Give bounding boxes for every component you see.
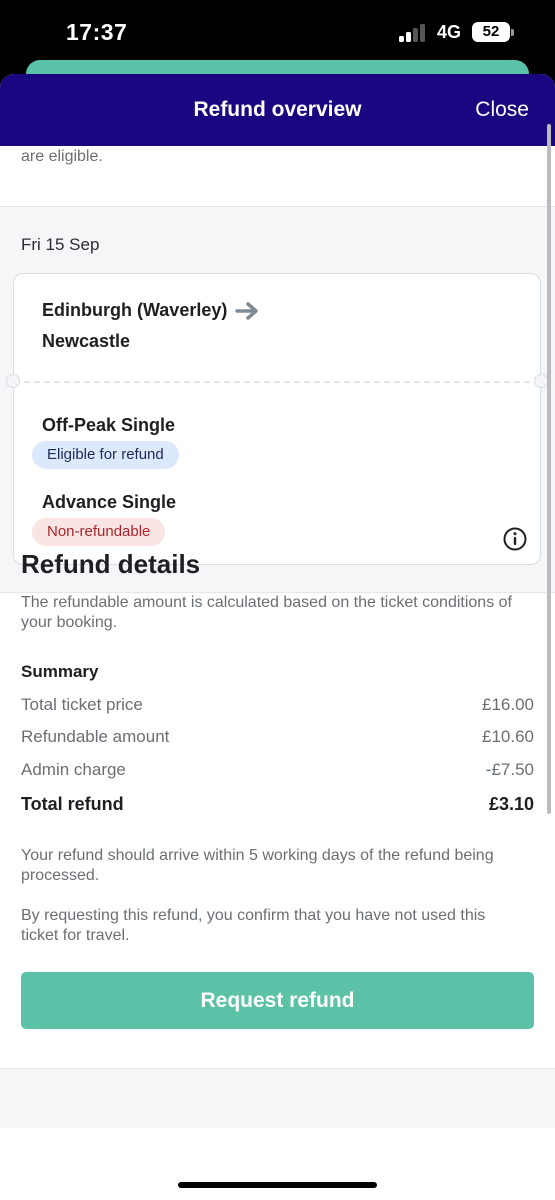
eligible-badge: Eligible for refund: [32, 441, 179, 469]
total-value: £3.10: [488, 794, 534, 814]
modal-header: Refund overview Close: [0, 74, 555, 146]
origin-label: Edinburgh (Waverley): [42, 300, 228, 320]
info-icon[interactable]: [503, 527, 527, 551]
ticket-name: Advance Single: [42, 492, 177, 512]
close-button[interactable]: Close: [475, 98, 529, 122]
summary-label: Admin charge: [21, 760, 126, 779]
battery-icon: 52: [472, 22, 514, 42]
summary-row: Admin charge -£7.50: [21, 760, 534, 780]
refund-timing-note: Your refund should arrive within 5 worki…: [21, 847, 494, 884]
journey-card: Edinburgh (Waverley) Newcastle Off-Peak …: [6, 273, 548, 565]
summary-value: -£7.50: [485, 760, 534, 779]
summary-label: Refundable amount: [21, 727, 170, 746]
scrollbar[interactable]: [547, 124, 551, 814]
request-refund-button[interactable]: Request refund: [21, 972, 534, 1029]
intro-text: are eligible.: [21, 148, 103, 165]
summary-heading: Summary: [21, 662, 99, 681]
summary-row: Refundable amount £10.60: [21, 727, 534, 747]
refund-details-title: Refund details: [21, 549, 201, 579]
summary-row: Total ticket price £16.00: [21, 695, 534, 715]
non-refundable-badge: Non-refundable: [32, 518, 166, 546]
journey-date: Fri 15 Sep: [21, 235, 100, 254]
journey-section: Fri 15 Sep Edinburgh (Waverley) Newcastl…: [0, 206, 555, 593]
status-time: 17:37: [66, 19, 128, 45]
total-refund-row: Total refund £3.10: [21, 794, 534, 815]
ticket-name: Off-Peak Single: [42, 415, 176, 435]
home-indicator[interactable]: [178, 1182, 377, 1188]
total-label: Total refund: [21, 794, 124, 814]
refund-details-description: The refundable amount is calculated base…: [21, 594, 512, 631]
refund-confirmation-note: By requesting this refund, you confirm t…: [21, 907, 486, 944]
bottom-band: [0, 1068, 555, 1128]
route-destination: Newcastle: [42, 331, 131, 351]
card-divider: [14, 381, 540, 383]
page-title: Refund overview: [193, 98, 362, 121]
route-origin: Edinburgh (Waverley): [42, 300, 261, 321]
arrow-right-icon: [235, 301, 259, 320]
signal-icon: [399, 24, 429, 42]
network-label: 4G: [437, 22, 462, 42]
card-notch-left: [6, 374, 20, 388]
summary-value: £10.60: [482, 727, 534, 746]
summary-label: Total ticket price: [21, 695, 143, 714]
refund-overview-modal: Refund overview Close are eligible. Fri …: [0, 74, 555, 1200]
summary-value: £16.00: [482, 695, 534, 714]
card-notch-right: [534, 374, 548, 388]
